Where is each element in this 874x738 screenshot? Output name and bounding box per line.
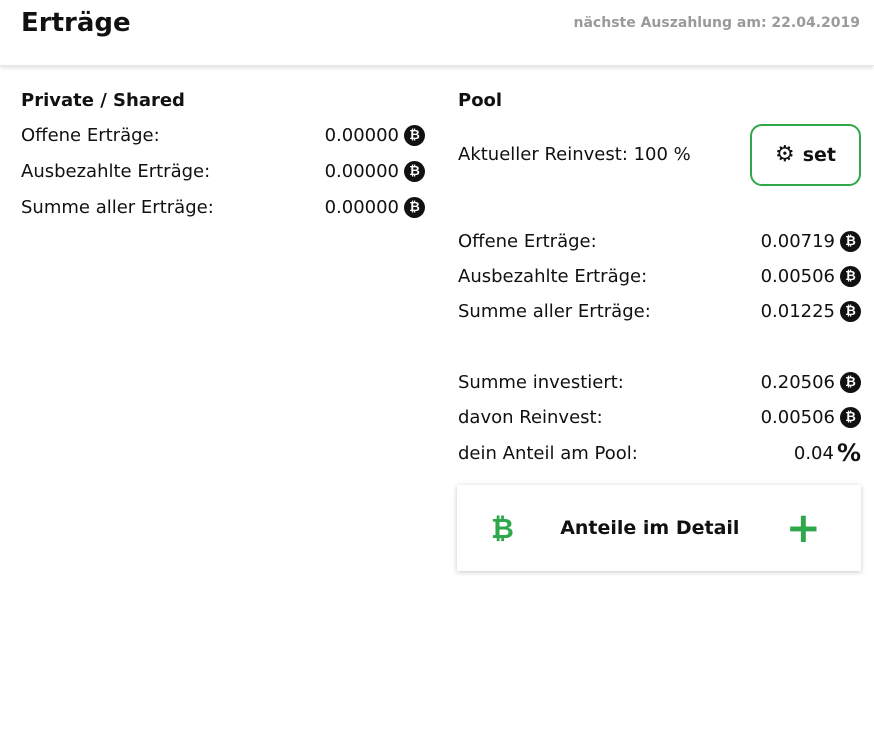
row-value: 0.00000: [324, 124, 399, 146]
pool-total-earnings-row: Summe aller Erträge: 0.01225 ₿: [458, 298, 861, 324]
row-label: davon Reinvest:: [458, 406, 603, 428]
next-payout-date: nächste Auszahlung am: 22.04.2019: [573, 15, 860, 31]
set-reinvest-button[interactable]: ⚙ set: [750, 124, 861, 186]
row-label: dein Anteil am Pool:: [458, 442, 638, 464]
reinvest-label: Aktueller Reinvest: 100 %: [458, 143, 691, 165]
row-value: 0.00506: [760, 406, 835, 428]
pool-paid-earnings-row: Ausbezahlte Erträge: 0.00506 ₿: [458, 263, 861, 289]
private-total-earnings-row: Summe aller Erträge: 0.00000 ₿: [21, 194, 425, 220]
bitcoin-icon: ₿: [491, 511, 514, 545]
gear-icon: ⚙: [774, 142, 795, 167]
bitcoin-icon: ₿: [404, 160, 425, 182]
row-label: Summe aller Erträge:: [21, 196, 214, 218]
bitcoin-icon: ₿: [840, 406, 861, 428]
pool-share-row: dein Anteil am Pool: 0.04%: [458, 440, 861, 466]
pool-invested-row: Summe investiert: 0.20506 ₿: [458, 369, 861, 395]
pool-section-title: Pool: [458, 90, 503, 111]
private-paid-earnings-row: Ausbezahlte Erträge: 0.00000 ₿: [21, 158, 425, 184]
pool-reinvest-row: davon Reinvest: 0.00506 ₿: [458, 404, 861, 430]
row-value: 0.00000: [324, 160, 399, 182]
bitcoin-icon: ₿: [840, 371, 861, 393]
percent-icon: %: [836, 439, 861, 467]
header-bar: Erträge nächste Auszahlung am: 22.04.201…: [0, 0, 874, 66]
bitcoin-icon: ₿: [840, 230, 861, 252]
row-label: Offene Erträge:: [21, 124, 160, 146]
row-label: Ausbezahlte Erträge:: [458, 265, 648, 287]
row-value: 0.00719: [760, 230, 835, 252]
row-label: Summe investiert:: [458, 371, 624, 393]
private-open-earnings-row: Offene Erträge: 0.00000 ₿: [21, 122, 425, 148]
row-value: 0.00506: [760, 265, 835, 287]
row-label: Ausbezahlte Erträge:: [21, 160, 211, 182]
row-label: Summe aller Erträge:: [458, 300, 651, 322]
bitcoin-icon: ₿: [840, 300, 861, 322]
row-value: 0.01225: [760, 300, 835, 322]
bitcoin-icon: ₿: [404, 196, 425, 218]
reinvest-status: Aktueller Reinvest: 100 %: [458, 141, 738, 167]
row-label: Offene Erträge:: [458, 230, 597, 252]
pool-open-earnings-row: Offene Erträge: 0.00719 ₿: [458, 228, 861, 254]
row-value: 0.00000: [324, 196, 399, 218]
private-section-title: Private / Shared: [21, 90, 185, 111]
shares-detail-card[interactable]: ₿ Anteile im Detail +: [457, 485, 861, 571]
row-value: 0.20506: [760, 371, 835, 393]
plus-icon[interactable]: +: [786, 507, 821, 549]
row-value: 0.04: [793, 442, 834, 464]
shares-detail-label: Anteile im Detail: [560, 517, 740, 539]
page-title: Erträge: [21, 8, 131, 38]
bitcoin-icon: ₿: [404, 124, 425, 146]
bitcoin-icon: ₿: [840, 265, 861, 287]
set-button-label: set: [802, 144, 836, 166]
